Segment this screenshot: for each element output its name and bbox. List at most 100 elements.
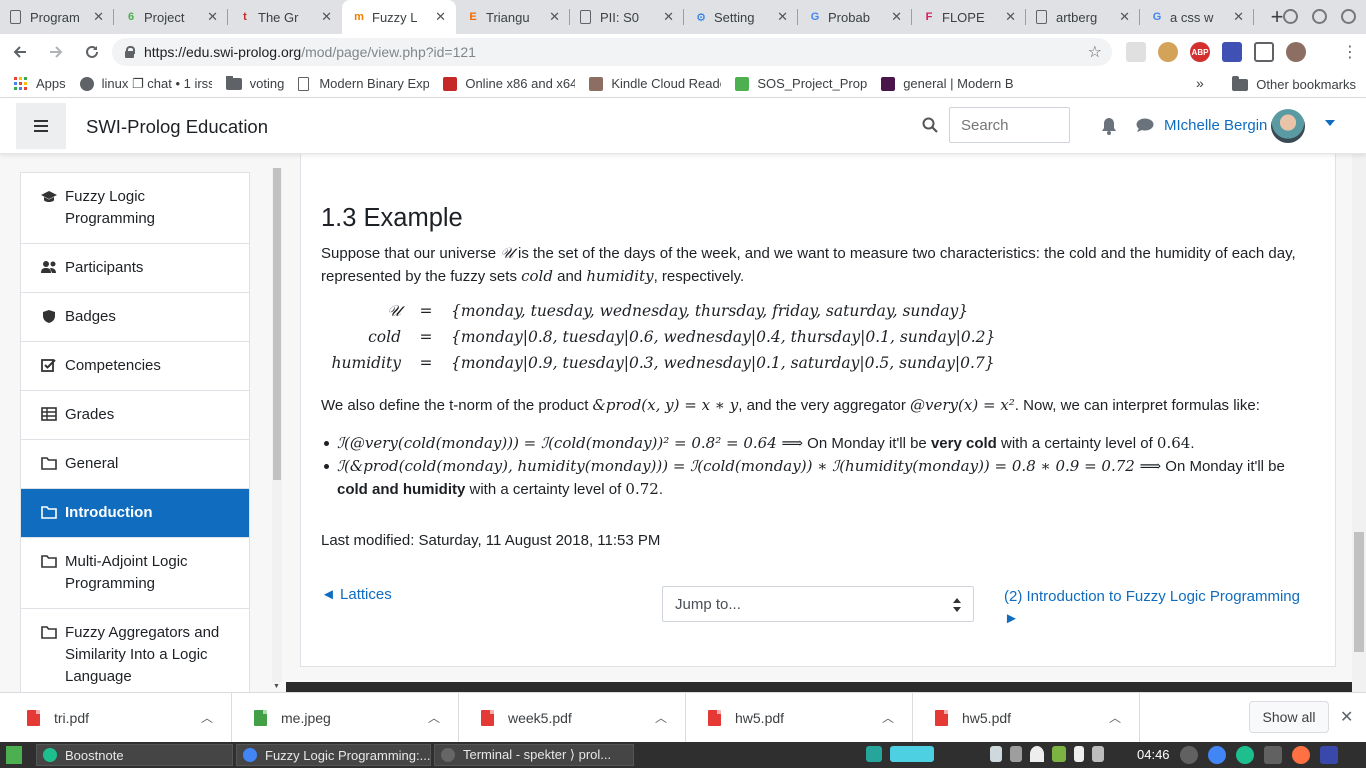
drawer-item[interactable]: Participants (21, 244, 249, 293)
browser-tab[interactable]: artberg ✕ (1026, 0, 1140, 34)
browser-tab[interactable]: Program ✕ (0, 0, 114, 34)
terminal-icon[interactable] (1264, 746, 1282, 764)
bluetooth-icon[interactable] (990, 746, 1002, 762)
clipboard-icon[interactable] (1010, 746, 1022, 762)
close-tab-icon[interactable]: ✕ (93, 9, 104, 25)
bookmarks-overflow-button[interactable]: » (1196, 75, 1204, 91)
puzzle-extension-icon[interactable] (1222, 42, 1242, 62)
browser-menu-icon[interactable]: ⋮ (1342, 42, 1358, 62)
reload-button[interactable] (76, 36, 108, 68)
prev-activity-link[interactable]: ◄ Lattices (321, 586, 392, 603)
drawer-item[interactable]: Fuzzy Aggregators and Similarity Into a … (21, 609, 249, 692)
close-tab-icon[interactable]: ✕ (1119, 9, 1130, 25)
bookmark-star-icon[interactable]: ☆ (1088, 42, 1102, 62)
maximize-window-button[interactable] (1312, 9, 1327, 24)
bookmark-item[interactable]: Kindle Cloud Reade (589, 76, 721, 91)
close-tab-icon[interactable]: ✕ (777, 9, 788, 25)
taskbar-window-button[interactable]: Boostnote (36, 744, 233, 766)
close-tab-icon[interactable]: ✕ (1005, 9, 1016, 25)
browser-tab[interactable]: E Triangu ✕ (456, 0, 570, 34)
drawer-toggle-button[interactable] (16, 103, 66, 149)
close-tab-icon[interactable]: ✕ (663, 9, 674, 25)
other-bookmarks[interactable]: Other bookmarks (1232, 75, 1356, 92)
browser-tab[interactable]: m Fuzzy L ✕ (342, 0, 456, 34)
next-activity-link[interactable]: (2) Introduction to Fuzzy Logic Programm… (1004, 586, 1314, 630)
chevron-up-icon[interactable]: ︿ (655, 709, 667, 726)
back-button[interactable] (4, 36, 36, 68)
download-item[interactable]: hw5.pdf ︿ (913, 693, 1140, 743)
user-name[interactable]: MIchelle Bergin (1164, 117, 1267, 134)
close-tab-icon[interactable]: ✕ (891, 9, 902, 25)
drawer-item[interactable]: Grades (21, 391, 249, 440)
chevron-up-icon[interactable]: ︿ (428, 709, 440, 726)
code-extension-icon[interactable] (1254, 42, 1274, 62)
bookmark-item[interactable]: linux ❐ chat • 1 irss (79, 76, 212, 92)
taskbar-window-button[interactable]: Terminal - spekter ⟩ prol... (434, 744, 634, 766)
show-all-downloads-button[interactable]: Show all (1249, 701, 1329, 733)
cookie-extension-icon[interactable] (1158, 42, 1178, 62)
pycharm-icon[interactable] (1320, 746, 1338, 764)
volume-icon[interactable] (1092, 746, 1104, 762)
browser-tab[interactable]: t The Gr ✕ (228, 0, 342, 34)
site-name[interactable]: SWI-Prolog Education (86, 116, 268, 138)
tray-graph-icon[interactable] (890, 746, 934, 762)
tray-app-icon[interactable] (866, 746, 882, 762)
close-tab-icon[interactable]: ✕ (435, 9, 446, 25)
bookmark-item[interactable]: Online x86 and x64 (443, 76, 575, 91)
avatar[interactable] (1271, 109, 1305, 143)
chat-icon[interactable] (1136, 118, 1154, 133)
close-tab-icon[interactable]: ✕ (1233, 9, 1244, 25)
drawer-item[interactable]: Introduction (21, 489, 249, 538)
chevron-up-icon[interactable]: ︿ (1109, 709, 1121, 726)
drawer-item[interactable]: General (21, 440, 249, 489)
forward-button[interactable] (40, 36, 72, 68)
page-scrollbar-thumb[interactable] (1354, 532, 1364, 652)
chevron-up-icon[interactable]: ︿ (882, 709, 894, 726)
chromium-icon[interactable] (1208, 746, 1226, 764)
browser-tab[interactable]: G Probab ✕ (798, 0, 912, 34)
bookmark-item[interactable]: Apps (14, 76, 66, 91)
drawer-item[interactable]: Badges (21, 293, 249, 342)
search-input[interactable] (949, 107, 1070, 143)
browser-tab[interactable]: PII: S0 ✕ (570, 0, 684, 34)
close-downloads-icon[interactable]: ✕ (1340, 707, 1353, 727)
adblock-extension-icon[interactable]: ABP (1190, 42, 1210, 62)
page-scrollbar[interactable] (1352, 152, 1366, 692)
drawer-scrollbar[interactable]: ▼ (272, 168, 282, 690)
download-item[interactable]: tri.pdf ︿ (5, 693, 232, 743)
boostnote-icon[interactable] (1236, 746, 1254, 764)
chevron-down-icon[interactable] (1325, 120, 1335, 126)
jump-to-select[interactable]: Jump to... (662, 586, 974, 622)
minimize-window-button[interactable] (1283, 9, 1298, 24)
close-tab-icon[interactable]: ✕ (207, 9, 218, 25)
drawer-item[interactable]: Competencies (21, 342, 249, 391)
close-window-button[interactable] (1341, 9, 1356, 24)
close-tab-icon[interactable]: ✕ (321, 9, 332, 25)
power-icon[interactable] (1180, 746, 1198, 764)
battery-icon[interactable] (1074, 746, 1084, 762)
bookmark-item[interactable]: general | Modern B (881, 76, 1013, 91)
bell-icon[interactable] (1101, 117, 1117, 135)
search-icon[interactable] (922, 117, 938, 133)
download-item[interactable]: me.jpeg ︿ (232, 693, 459, 743)
browser-tab[interactable]: Ga css w ✕ (1140, 0, 1254, 34)
browser-tab[interactable]: F FLOPE ✕ (912, 0, 1026, 34)
scroll-down-arrow-icon[interactable]: ▼ (273, 683, 280, 690)
taskbar-window-button[interactable]: Fuzzy Logic Programming:... (236, 744, 431, 766)
firefox-icon[interactable] (1292, 746, 1310, 764)
browser-tab[interactable]: 6 Project ✕ (114, 0, 228, 34)
wifi-icon[interactable] (1030, 746, 1044, 762)
chevron-up-icon[interactable]: ︿ (201, 709, 213, 726)
updates-icon[interactable] (1052, 746, 1066, 762)
browser-tab[interactable]: ⚙ Setting ✕ (684, 0, 798, 34)
address-bar[interactable]: https://edu.swi-prolog.org/mod/page/view… (112, 38, 1112, 66)
download-item[interactable]: week5.pdf ︿ (459, 693, 686, 743)
profile-avatar-icon[interactable] (1286, 42, 1306, 62)
app-menu-icon[interactable] (6, 746, 22, 764)
bookmark-item[interactable]: Modern Binary Expl (298, 76, 429, 91)
drawer-item[interactable]: Fuzzy Logic Programming (21, 173, 249, 244)
close-tab-icon[interactable]: ✕ (549, 9, 560, 25)
drawer-item[interactable]: Multi-Adjoint Logic Programming (21, 538, 249, 609)
drawer-scrollbar-thumb[interactable] (273, 168, 281, 480)
clock[interactable]: 04:46 (1137, 747, 1170, 762)
